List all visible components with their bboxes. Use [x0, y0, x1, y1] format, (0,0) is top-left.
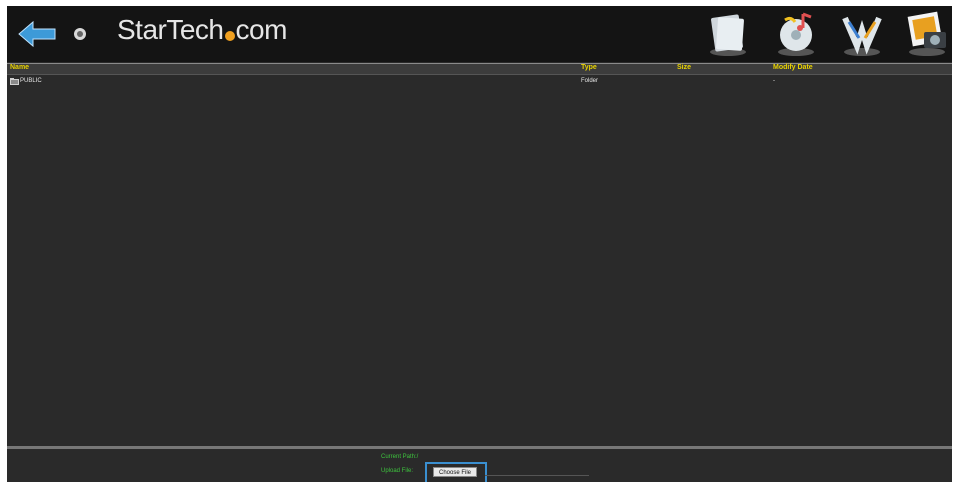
photos-icon[interactable]	[902, 8, 952, 58]
footer-bar: Current Path:/ Upload File: Choose File	[7, 446, 952, 482]
upload-status-divider	[485, 469, 589, 476]
startech-logo: StarTech com	[117, 14, 287, 50]
column-header-size[interactable]: Size	[677, 63, 691, 73]
file-name[interactable]: PUBLIC	[20, 77, 42, 86]
documents-icon[interactable]	[703, 8, 753, 58]
back-arrow-icon[interactable]	[17, 20, 57, 48]
video-icon[interactable]	[837, 8, 887, 58]
file-row[interactable]: PUBLIC Folder -	[7, 77, 952, 86]
upload-file-label: Upload File:	[381, 468, 414, 474]
file-list: PUBLIC Folder -	[7, 75, 952, 445]
choose-file-button[interactable]: Choose File	[433, 467, 477, 477]
logo-dot-icon	[224, 31, 235, 41]
music-icon[interactable]	[771, 8, 821, 58]
column-header-row: Name Type Size Modify Date	[7, 63, 952, 75]
file-browser-window: StarTech com Name Type Size Modify Date …	[7, 6, 952, 482]
file-type: Folder	[581, 78, 599, 84]
logo-text-suffix: com	[235, 14, 288, 45]
upload-highlight-box: Choose File	[425, 462, 487, 482]
logo-text: StarTech	[117, 14, 224, 45]
column-header-modify-date[interactable]: Modify Date	[773, 63, 813, 73]
folder-icon	[10, 78, 19, 85]
column-header-name[interactable]: Name	[10, 63, 29, 73]
home-icon[interactable]	[73, 27, 87, 41]
file-modify-date: -	[773, 78, 775, 84]
current-path-text: Current Path:/	[381, 454, 419, 460]
header-bar: StarTech com	[7, 6, 952, 62]
column-header-type[interactable]: Type	[581, 63, 597, 73]
